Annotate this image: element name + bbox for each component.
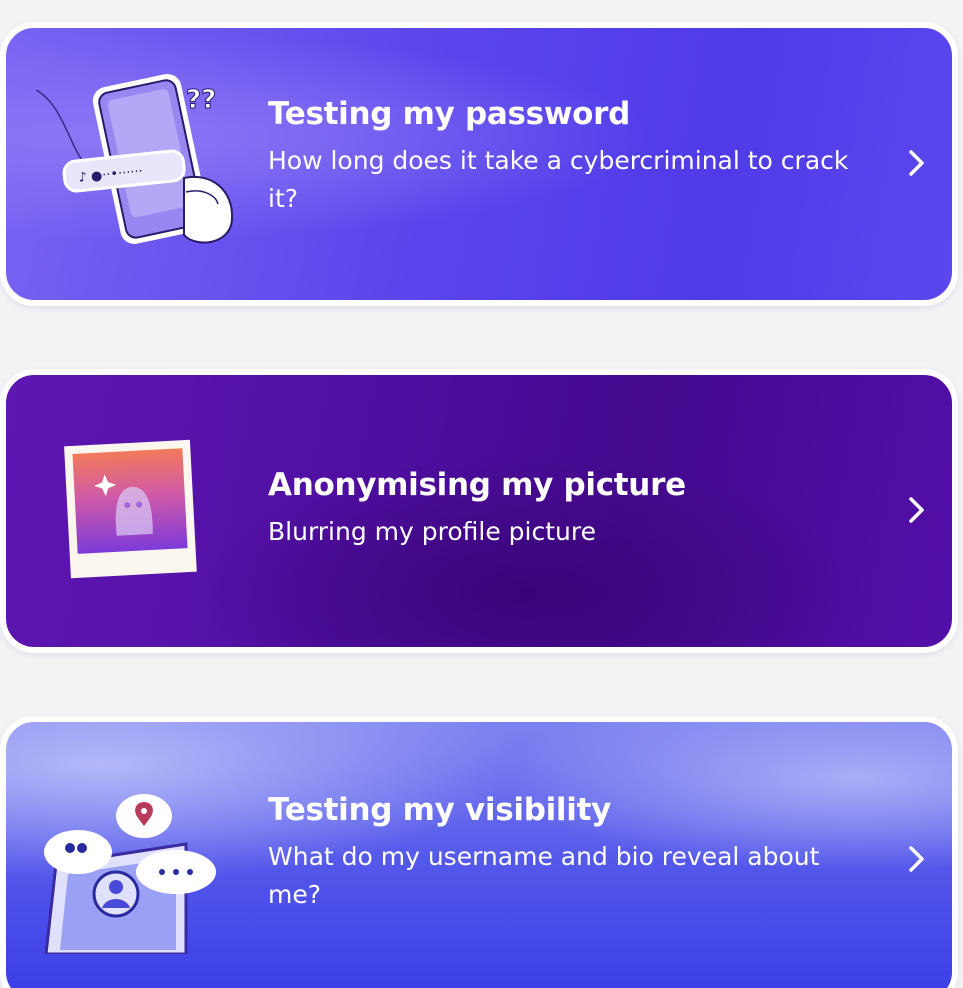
blurred-photo-icon xyxy=(64,439,197,579)
card-subtitle: What do my username and bio reveal about… xyxy=(268,842,820,909)
card-title: Testing my visibility xyxy=(268,792,612,828)
card-anonymising-picture[interactable]: Anonymising my picture Blurring my profi… xyxy=(0,369,958,653)
page: ♪ ●··•······ ?? Testing my password How … xyxy=(0,0,963,988)
chevron-right-icon[interactable] xyxy=(902,146,930,180)
chevron-right-icon[interactable] xyxy=(902,842,930,876)
card-subtitle: Blurring my profile picture xyxy=(268,517,596,546)
profile-visibility-icon xyxy=(44,794,216,954)
card-text: Testing my visibility What do my usernam… xyxy=(268,788,868,914)
card-text: Anonymising my picture Blurring my profi… xyxy=(268,463,868,551)
card-subtitle: How long does it take a cybercriminal to… xyxy=(268,146,849,213)
card-testing-password[interactable]: ♪ ●··•······ ?? Testing my password How … xyxy=(0,22,958,306)
card-title: Testing my password xyxy=(268,96,631,132)
card-text: Testing my password How long does it tak… xyxy=(268,92,868,218)
phone-password-icon: ♪ ●··•······ ?? xyxy=(36,73,234,244)
svg-text:??: ?? xyxy=(186,85,216,115)
chevron-right-icon[interactable] xyxy=(902,493,930,527)
card-title: Anonymising my picture xyxy=(268,467,686,503)
card-testing-visibility[interactable]: Testing my visibility What do my usernam… xyxy=(0,716,958,988)
